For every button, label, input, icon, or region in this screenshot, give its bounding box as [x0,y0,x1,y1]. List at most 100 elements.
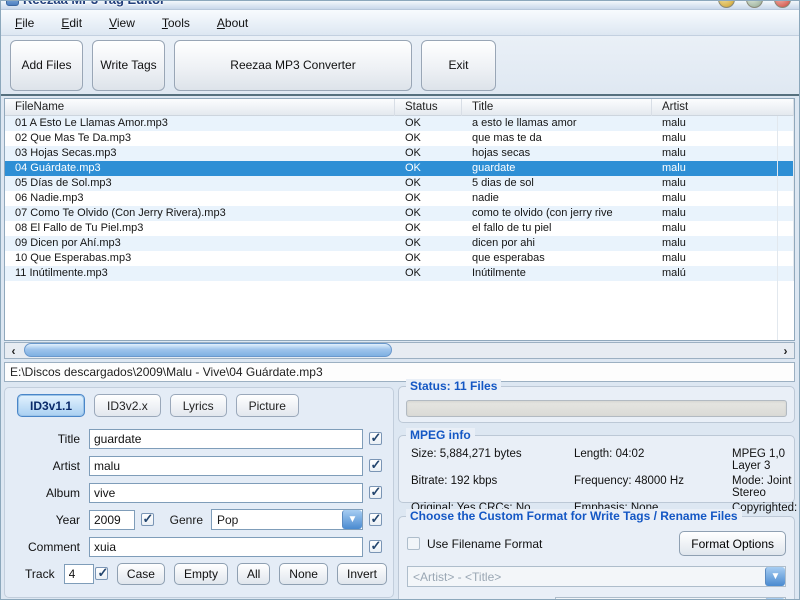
genre-checkbox[interactable] [369,513,382,526]
scrollbar-track[interactable] [22,343,777,358]
cell-title: hojas secas [462,146,652,161]
menu-view[interactable]: View [109,16,135,30]
cell-file: 03 Hojas Secas.mp3 [5,146,395,161]
album-input[interactable] [89,483,363,503]
cell-status: OK [395,266,462,281]
custom-format-groupbox: Choose the Custom Format for Write Tags … [398,516,795,600]
table-row[interactable]: 10 Que Esperabas.mp3OKque esperabasmalu [5,251,794,266]
mpeg-info-item: Bitrate: 192 kbps [411,475,574,499]
maximize-button[interactable] [746,1,763,8]
menu-about[interactable]: About [217,16,248,30]
table-row[interactable]: 06 Nadie.mp3OKnadiemalu [5,191,794,206]
table-row[interactable]: 01 A Esto Le Llamas Amor.mp3OKa esto le … [5,116,794,131]
all-button[interactable]: All [237,563,270,585]
track-label: Track [5,567,64,581]
cell-file: 11 Inútilmente.mp3 [5,266,395,281]
scroll-right-icon[interactable]: › [777,343,794,358]
cell-artist: malu [652,221,794,236]
artist-field-row: Artist [5,452,393,479]
cell-status: OK [395,131,462,146]
cell-artist: malú [652,266,794,281]
exit-button[interactable]: Exit [421,40,496,91]
cell-artist: malu [652,116,794,131]
add-files-button[interactable]: Add Files [10,40,83,91]
cell-artist: malu [652,236,794,251]
table-row[interactable]: 02 Que Mas Te Da.mp3OKque mas te damalu [5,131,794,146]
tab-id3v1-1[interactable]: ID3v1.1 [17,394,85,417]
cell-status: OK [395,251,462,266]
list-divider [777,116,778,340]
tab-picture[interactable]: Picture [236,394,299,417]
chevron-down-icon[interactable]: ▼ [342,510,362,529]
close-button[interactable] [774,1,791,8]
file-list[interactable]: FileNameStatusTitleArtist 01 A Esto Le L… [4,98,795,341]
cell-artist: malu [652,146,794,161]
cell-title: a esto le llamas amor [462,116,652,131]
cell-file: 02 Que Mas Te Da.mp3 [5,131,395,146]
empty-button[interactable]: Empty [174,563,228,585]
minimize-button[interactable] [718,1,735,8]
album-checkbox[interactable] [369,486,382,499]
comment-checkbox[interactable] [369,540,382,553]
none-button[interactable]: None [279,563,328,585]
mpeg-info-item: Frequency: 48000 Hz [574,475,732,499]
title-checkbox[interactable] [369,432,382,445]
title-input[interactable] [89,429,363,449]
horizontal-scrollbar[interactable]: ‹ › [4,342,795,359]
album-label: Album [5,486,89,500]
track-input[interactable] [64,564,94,584]
table-row[interactable]: 05 Días de Sol.mp3OK5 dias de solmalu [5,176,794,191]
track-row: Track Case Empty All None Invert [5,560,393,587]
tab-id3v2-x[interactable]: ID3v2.x [94,394,161,417]
year-input[interactable] [89,510,135,530]
column-header-status[interactable]: Status [395,99,462,116]
tab-lyrics[interactable]: Lyrics [170,394,227,417]
scroll-left-icon[interactable]: ‹ [5,343,22,358]
cell-artist: malu [652,131,794,146]
tag-tabs: ID3v1.1 ID3v2.x Lyrics Picture [5,388,393,417]
info-panel: Status: 11 Files MPEG info Size: 5,884,2… [398,384,795,599]
current-file-path[interactable] [4,362,795,382]
menu-edit[interactable]: Edit [61,16,82,30]
comment-input[interactable] [89,537,363,557]
filename-format-value: <Artist> - <Title> [408,570,765,584]
cell-status: OK [395,221,462,236]
genre-dropdown[interactable]: Pop ▼ [211,509,363,530]
artist-input[interactable] [89,456,363,476]
cell-title: Inútilmente [462,266,652,281]
filename-format-dropdown[interactable]: <Artist> - <Title> ▼ [407,566,786,587]
table-row[interactable]: 03 Hojas Secas.mp3OKhojas secasmalu [5,146,794,161]
cell-file: 07 Como Te Olvido (Con Jerry Rivera).mp3 [5,206,395,221]
year-checkbox[interactable] [141,513,154,526]
cell-file: 01 A Esto Le Llamas Amor.mp3 [5,116,395,131]
artist-checkbox[interactable] [369,459,382,472]
menu-tools[interactable]: Tools [162,16,190,30]
cell-status: OK [395,191,462,206]
write-tags-button[interactable]: Write Tags [92,40,165,91]
table-row[interactable]: 07 Como Te Olvido (Con Jerry Rivera).mp3… [5,206,794,221]
table-row[interactable]: 11 Inútilmente.mp3OKInútilmentemalú [5,266,794,281]
column-header-filename[interactable]: FileName [5,99,395,116]
mpeg-info-groupbox: MPEG info Size: 5,884,271 bytesLength: 0… [398,435,795,503]
menu-file[interactable]: File [15,16,34,30]
chevron-down-icon[interactable]: ▼ [765,567,785,586]
column-header-title[interactable]: Title [462,99,652,116]
case-button[interactable]: Case [117,563,165,585]
cell-title: el fallo de tu piel [462,221,652,236]
status-groupbox: Status: 11 Files [398,386,795,423]
track-checkbox[interactable] [95,567,108,580]
cell-title: dicen por ahi [462,236,652,251]
file-list-header[interactable]: FileNameStatusTitleArtist [5,99,794,116]
table-row[interactable]: 09 Dicen por Ahí.mp3OKdicen por ahimalu [5,236,794,251]
scrollbar-thumb[interactable] [24,343,392,357]
cell-title: guardate [462,161,652,176]
cell-artist: malu [652,206,794,221]
use-filename-format-checkbox[interactable] [407,537,420,550]
column-header-artist[interactable]: Artist [652,99,794,116]
invert-button[interactable]: Invert [337,563,387,585]
format-options-button[interactable]: Format Options [679,531,786,556]
table-row[interactable]: 08 El Fallo de Tu Piel.mp3OKel fallo de … [5,221,794,236]
mpeg-info-title: MPEG info [406,428,475,442]
table-row[interactable]: 04 Guárdate.mp3OKguardatemalu [5,161,794,176]
reezaa-mp3-converter-button[interactable]: Reezaa MP3 Converter [174,40,412,91]
